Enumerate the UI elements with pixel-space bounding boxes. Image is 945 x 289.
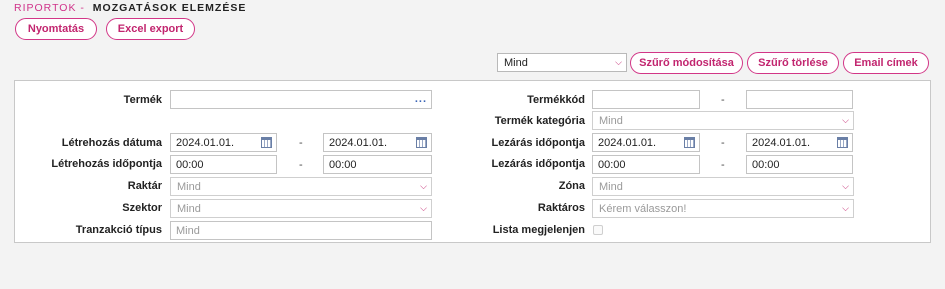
sector-label: Szektor (122, 202, 162, 214)
transaction-type-value: Mind (176, 224, 200, 237)
created-date-from-field[interactable]: 2024.01.01. (170, 133, 277, 152)
chevron-down-icon: ⌵ (615, 57, 622, 67)
email-addresses-button[interactable]: Email címek (843, 52, 929, 74)
show-list-label: Lista megjelenjen (492, 224, 585, 236)
warehouse-value: Mind (177, 180, 201, 193)
created-time-to-field[interactable]: 00:00 (323, 155, 432, 174)
created-time-from-value: 00:00 (176, 158, 204, 171)
zone-value: Mind (599, 180, 623, 193)
product-category-label: Termék kategória (494, 115, 585, 127)
closing-date-from-value: 2024.01.01. (598, 136, 657, 149)
page-heading: MOZGATÁSOK ELEMZÉSE (92, 2, 247, 14)
closing-date-to-field[interactable]: 2024.01.01. (746, 133, 853, 152)
created-time-label: Létrehozás időpontja (51, 158, 162, 170)
breadcrumb[interactable]: RIPORTOK - (14, 2, 85, 14)
product-code-to-field[interactable] (746, 90, 853, 109)
filter-preset-value: Mind (504, 56, 528, 69)
range-separator: - (299, 137, 303, 149)
modify-filter-button[interactable]: Szűrő módosítása (630, 52, 743, 74)
closing-time-from-field[interactable]: 00:00 (592, 155, 700, 174)
closing-time-to-field[interactable]: 00:00 (746, 155, 853, 174)
product-code-label: Termékkód (527, 94, 585, 106)
created-time-to-value: 00:00 (329, 158, 357, 171)
page: RIPORTOK - MOZGATÁSOK ELEMZÉSE Nyomtatás… (0, 0, 945, 289)
closing-time-label: Lezárás időpontja (491, 158, 585, 170)
chevron-down-icon: ⌵ (842, 115, 849, 125)
created-date-label: Létrehozás dátuma (61, 137, 162, 149)
warehouse-select[interactable]: Mind ⌵ (170, 177, 432, 196)
clear-filter-button[interactable]: Szűrő törlése (747, 52, 839, 74)
range-separator: - (721, 94, 725, 106)
storekeeper-placeholder: Kérem válasszon! (599, 202, 687, 215)
calendar-icon[interactable] (261, 137, 272, 148)
excel-export-button[interactable]: Excel export (106, 18, 195, 40)
filter-panel: Termék Létrehozás dátuma Létrehozás időp… (14, 80, 931, 243)
product-category-select[interactable]: Mind ⌵ (592, 111, 854, 130)
closing-time-to-value: 00:00 (752, 158, 780, 171)
closing-date-label: Lezárás időpontja (491, 137, 585, 149)
range-separator: - (299, 159, 303, 171)
created-date-to-field[interactable]: 2024.01.01. (323, 133, 432, 152)
chevron-down-icon: ⌵ (842, 181, 849, 191)
warehouse-label: Raktár (127, 180, 162, 192)
created-time-from-field[interactable]: 00:00 (170, 155, 277, 174)
closing-time-from-value: 00:00 (598, 158, 626, 171)
zone-select[interactable]: Mind ⌵ (592, 177, 854, 196)
sector-select[interactable]: Mind ⌵ (170, 199, 432, 218)
transaction-type-field[interactable]: Mind (170, 221, 432, 240)
range-separator: - (721, 137, 725, 149)
storekeeper-select[interactable]: Kérem válasszon! ⌵ (592, 199, 854, 218)
page-title: RIPORTOK - MOZGATÁSOK ELEMZÉSE (14, 2, 246, 14)
product-label: Termék (123, 94, 162, 106)
product-code-from-field[interactable] (592, 90, 700, 109)
sector-value: Mind (177, 202, 201, 215)
chevron-down-icon: ⌵ (842, 203, 849, 213)
show-list-checkbox[interactable] (593, 225, 603, 235)
range-separator: - (721, 159, 725, 171)
storekeeper-label: Raktáros (537, 202, 585, 214)
filter-preset-select[interactable]: Mind ⌵ (497, 53, 627, 72)
print-button[interactable]: Nyomtatás (15, 18, 97, 40)
closing-date-to-value: 2024.01.01. (752, 136, 811, 149)
product-category-value: Mind (599, 114, 623, 127)
closing-date-from-field[interactable]: 2024.01.01. (592, 133, 700, 152)
calendar-icon[interactable] (837, 137, 848, 148)
calendar-icon[interactable] (684, 137, 695, 148)
transaction-type-label: Tranzakció típus (75, 224, 162, 236)
zone-label: Zóna (558, 180, 585, 192)
product-field[interactable]: ... (170, 90, 432, 109)
created-date-from-value: 2024.01.01. (176, 136, 235, 149)
created-date-to-value: 2024.01.01. (329, 136, 388, 149)
